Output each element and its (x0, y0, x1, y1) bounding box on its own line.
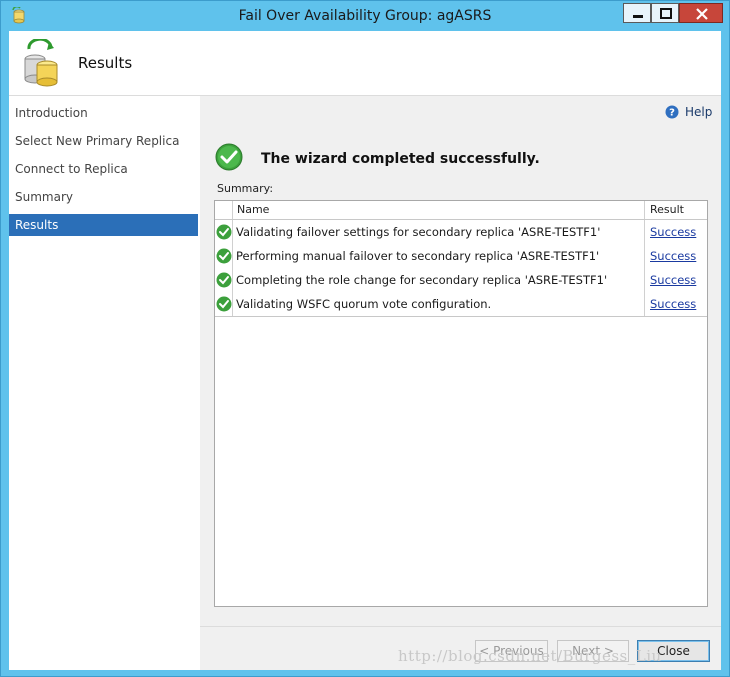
nav-item-introduction[interactable]: Introduction (9, 102, 198, 124)
row-status-cell (215, 268, 233, 292)
nav-item-summary[interactable]: Summary (9, 186, 198, 208)
row-name: Validating WSFC quorum vote configuratio… (233, 292, 645, 316)
column-header-name[interactable]: Name (233, 201, 645, 219)
row-result-link[interactable]: Success (645, 220, 707, 244)
table-row[interactable]: Validating WSFC quorum vote configuratio… (215, 292, 707, 317)
success-check-icon (215, 143, 243, 171)
minimize-button[interactable] (623, 3, 651, 23)
close-icon (696, 8, 708, 20)
maximize-button[interactable] (651, 3, 679, 23)
row-status-cell (215, 292, 233, 316)
row-name: Validating failover settings for seconda… (233, 220, 645, 244)
title-bar[interactable]: Fail Over Availability Group: agASRS (1, 1, 729, 31)
success-check-icon (216, 224, 232, 240)
row-status-cell (215, 244, 233, 268)
success-check-icon (216, 248, 232, 264)
row-status-cell (215, 220, 233, 244)
page-header: Results (9, 31, 721, 96)
results-table: Name Result Validating failover settings… (214, 200, 708, 607)
row-result-link[interactable]: Success (645, 268, 707, 292)
window-close-button[interactable] (679, 3, 723, 23)
wizard-client-area: Results Introduction Select New Primary … (9, 31, 721, 670)
row-result-link[interactable]: Success (645, 244, 707, 268)
row-result-link[interactable]: Success (645, 292, 707, 316)
column-header-result[interactable]: Result (645, 201, 707, 219)
database-refresh-icon (24, 39, 58, 87)
column-header-status (215, 201, 233, 219)
row-name: Performing manual failover to secondary … (233, 244, 645, 268)
wizard-window: Fail Over Availability Group: agASRS Res… (0, 0, 730, 677)
table-header: Name Result (215, 201, 707, 220)
row-name: Completing the role change for secondary… (233, 268, 645, 292)
help-label: Help (685, 105, 713, 119)
watermark-text: http://blog.csdn.net/Burgess_Liu (398, 647, 662, 665)
success-check-icon (216, 272, 232, 288)
success-check-icon (216, 296, 232, 312)
nav-item-select-new-primary-replica[interactable]: Select New Primary Replica (9, 130, 198, 152)
status-message: The wizard completed successfully. (261, 151, 540, 167)
footer-divider (200, 626, 721, 627)
svg-text:?: ? (669, 108, 675, 119)
table-row[interactable]: Validating failover settings for seconda… (215, 220, 707, 245)
table-row[interactable]: Completing the role change for secondary… (215, 268, 707, 293)
nav-item-connect-to-replica[interactable]: Connect to Replica (9, 158, 198, 180)
minimize-icon (633, 15, 643, 18)
maximize-icon (660, 8, 672, 19)
window-title: Fail Over Availability Group: agASRS (238, 8, 492, 24)
summary-label: Summary: (217, 182, 274, 195)
main-panel: ? Help The wizard completed successfully… (200, 96, 721, 670)
table-row[interactable]: Performing manual failover to secondary … (215, 244, 707, 269)
help-icon: ? (665, 105, 679, 119)
nav-item-results[interactable]: Results (9, 214, 198, 236)
page-title: Results (78, 54, 133, 72)
wizard-nav: Introduction Select New Primary Replica … (9, 96, 199, 670)
